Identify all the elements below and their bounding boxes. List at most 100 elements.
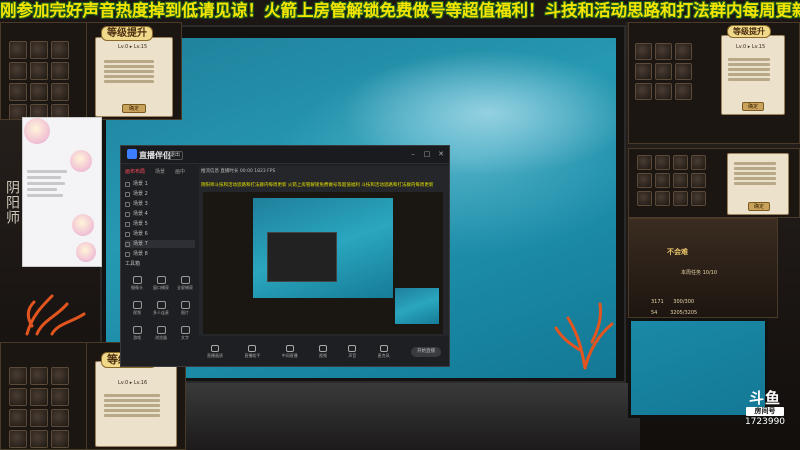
inventory-slot[interactable] xyxy=(30,409,48,427)
inventory-slot[interactable] xyxy=(51,430,69,448)
scene-label: 场景 6 xyxy=(133,231,148,237)
text-icon xyxy=(180,326,190,334)
inventory-slot[interactable] xyxy=(655,155,670,170)
tab-layout[interactable]: 画布布局 xyxy=(125,168,145,175)
app-badge[interactable]: 退出 xyxy=(167,151,184,160)
camera-icon xyxy=(132,276,142,284)
close-icon[interactable]: ✕ xyxy=(437,150,445,158)
bottom-tool-middle[interactable]: 中间直播 xyxy=(282,345,298,359)
inventory-slot[interactable] xyxy=(635,43,652,60)
tool-label: 浏览器 xyxy=(155,335,167,340)
tool-window-capture[interactable]: 窗口捕获 xyxy=(149,276,173,291)
eye-icon[interactable] xyxy=(125,221,130,227)
image-icon xyxy=(180,301,190,309)
inventory-slot[interactable] xyxy=(655,63,672,80)
inventory-slot[interactable] xyxy=(30,388,48,406)
eye-icon[interactable] xyxy=(125,231,130,237)
eye-icon[interactable] xyxy=(125,241,130,247)
bottom-tool-quality[interactable]: 直播画质 xyxy=(207,345,223,359)
inventory-slot[interactable] xyxy=(675,63,692,80)
level-row: Lv.0 ▸ Lv.16 xyxy=(118,380,148,386)
scene-item[interactable]: 场景 3 xyxy=(125,200,195,208)
inventory-slot[interactable] xyxy=(675,43,692,60)
inventory-slot[interactable] xyxy=(51,409,69,427)
inventory-slot[interactable] xyxy=(673,155,688,170)
bottom-tool-mic[interactable]: 麦克风 xyxy=(378,345,390,359)
inventory-slot[interactable] xyxy=(655,83,672,100)
inventory-slot[interactable] xyxy=(691,191,706,206)
level-from: Lv.0 xyxy=(118,44,129,50)
inventory-slot[interactable] xyxy=(9,409,27,427)
tool-image[interactable]: 图片 xyxy=(173,301,197,316)
eye-icon[interactable] xyxy=(125,211,130,217)
eye-icon[interactable] xyxy=(125,181,130,187)
inventory-slot[interactable] xyxy=(51,83,69,101)
eye-icon[interactable] xyxy=(125,191,130,197)
inventory-slot[interactable] xyxy=(9,430,27,448)
start-live-button[interactable]: 开始直播 xyxy=(410,347,441,357)
inventory-slot[interactable] xyxy=(30,41,48,59)
bottom-tool-sound[interactable]: 声音 xyxy=(348,345,357,359)
tool-multi-mic[interactable]: 多人连麦 xyxy=(149,301,173,316)
scene-item[interactable]: 场景 6 xyxy=(125,230,195,238)
confirm-button[interactable]: 确定 xyxy=(748,202,770,211)
inventory-slot[interactable] xyxy=(51,388,69,406)
inventory-slot[interactable] xyxy=(9,388,27,406)
confirm-button[interactable]: 确定 xyxy=(742,102,764,111)
scene-item[interactable]: 场景 4 xyxy=(125,210,195,218)
inventory-slot[interactable] xyxy=(30,430,48,448)
inventory-slot[interactable] xyxy=(691,173,706,188)
inventory-slot[interactable] xyxy=(675,83,692,100)
bottom-tool-assistant[interactable]: 直播助手 xyxy=(244,345,260,359)
notice-text: 阴阳师斗技和活动思路和打法群内每周更新 火箭上房管解锁免费做号等超值福利 斗技和… xyxy=(201,183,434,188)
quality-icon xyxy=(211,345,219,352)
scene-item[interactable]: 场景 2 xyxy=(125,190,195,198)
inventory-slot[interactable] xyxy=(51,41,69,59)
maximize-icon[interactable]: □ xyxy=(423,150,431,158)
inventory-slot[interactable] xyxy=(637,155,652,170)
inventory-slot[interactable] xyxy=(51,367,69,385)
tool-fullscreen-capture[interactable]: 全屏捕获 xyxy=(173,276,197,291)
scene-item[interactable]: 场景 8 xyxy=(125,250,195,258)
app-logo: 直播伴侣 xyxy=(127,149,171,161)
eye-icon[interactable] xyxy=(125,251,130,257)
inventory-panel-top-left xyxy=(0,22,100,120)
confirm-button[interactable]: 确定 xyxy=(122,104,146,113)
tool-game[interactable]: 游戏 xyxy=(125,326,149,341)
tool-browser[interactable]: 浏览器 xyxy=(149,326,173,341)
gold-value-2: 54 xyxy=(651,310,658,316)
inventory-slot[interactable] xyxy=(691,155,706,170)
inventory-slot[interactable] xyxy=(635,83,652,100)
tool-video[interactable]: 视频 xyxy=(125,301,149,316)
inventory-slot[interactable] xyxy=(30,367,48,385)
gold-cap-2: 3205/3205 xyxy=(670,310,698,316)
tab-pip[interactable]: 画中 xyxy=(175,168,185,175)
tool-camera[interactable]: 摄像头 xyxy=(125,276,149,291)
tab-scene[interactable]: 场景 xyxy=(155,168,165,175)
upgrade-card: Lv.0 ▸ Lv.16 xyxy=(95,361,177,447)
inventory-slot[interactable] xyxy=(9,62,27,80)
inventory-slot[interactable] xyxy=(30,83,48,101)
inventory-slot[interactable] xyxy=(9,367,27,385)
minimize-icon[interactable]: – xyxy=(409,150,417,158)
inventory-slot[interactable] xyxy=(673,173,688,188)
inventory-slot[interactable] xyxy=(637,191,652,206)
inventory-slot[interactable] xyxy=(30,62,48,80)
bottom-tool-video[interactable]: 视频 xyxy=(318,345,327,359)
inventory-slot[interactable] xyxy=(673,191,688,206)
inventory-slot[interactable] xyxy=(655,173,670,188)
tool-text[interactable]: 文字 xyxy=(173,326,197,341)
inventory-slot[interactable] xyxy=(655,191,670,206)
scene-item[interactable]: 场景 5 xyxy=(125,220,195,228)
inventory-slot[interactable] xyxy=(655,43,672,60)
inventory-slot[interactable] xyxy=(51,62,69,80)
scene-item[interactable]: 场景 1 xyxy=(125,180,195,188)
douyu-logo: 斗鱼 xyxy=(748,389,781,407)
tool-label: 全屏捕获 xyxy=(177,285,193,290)
inventory-slot[interactable] xyxy=(635,63,652,80)
inventory-slot[interactable] xyxy=(9,41,27,59)
scene-item[interactable]: 场景 7 xyxy=(125,240,195,248)
inventory-slot[interactable] xyxy=(9,83,27,101)
eye-icon[interactable] xyxy=(125,201,130,207)
inventory-slot[interactable] xyxy=(637,173,652,188)
